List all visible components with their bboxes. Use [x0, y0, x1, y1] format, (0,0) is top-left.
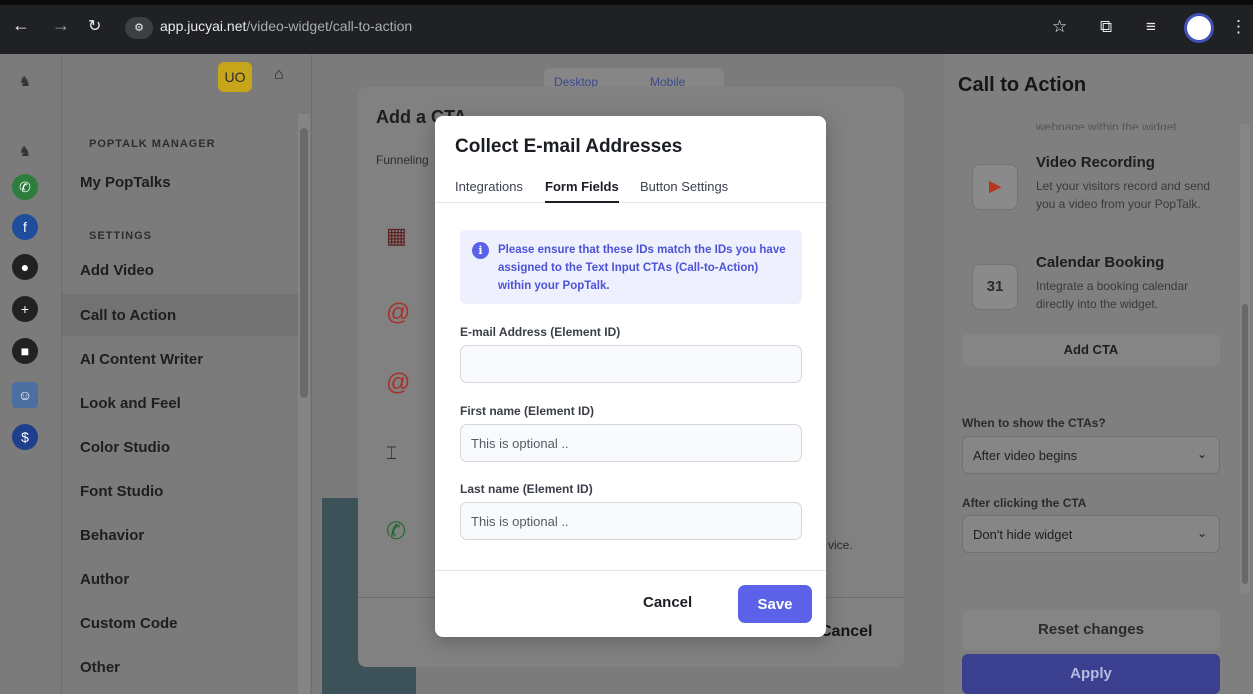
url-host: app.jucyai.net — [160, 18, 247, 34]
outer-cancel-button[interactable]: Cancel — [820, 623, 872, 641]
modal-footer-divider — [435, 570, 826, 571]
modal-title: Collect E-mail Addresses — [455, 136, 683, 157]
info-icon: i — [472, 242, 489, 259]
card-title-calendar-booking[interactable]: Calendar Booking — [1036, 254, 1164, 271]
tab-button-settings[interactable]: Button Settings — [640, 179, 728, 201]
whatsapp-icon[interactable]: ✆ — [12, 174, 38, 200]
sidebar-item-look-and-feel[interactable]: Look and Feel — [80, 395, 181, 412]
extensions-icon[interactable]: ⧉ — [1100, 17, 1112, 37]
browser-toolbar: ← → ↻ ⚙ app.jucyai.net/video-widget/call… — [0, 0, 1253, 54]
profile-avatar[interactable] — [1184, 13, 1214, 43]
after-click-select[interactable]: Don't hide widget ⌄ — [962, 515, 1220, 553]
sidebar-item-font-studio[interactable]: Font Studio — [80, 483, 163, 500]
after-click-value: Don't hide widget — [973, 527, 1073, 542]
plus-app-icon[interactable]: + — [12, 296, 38, 322]
email-field-label: E-mail Address (Element ID) — [460, 325, 621, 339]
cta-desc-fragment: vice. — [828, 538, 853, 552]
chevron-down-icon: ⌄ — [1196, 526, 1207, 540]
back-icon[interactable]: ← — [12, 15, 30, 36]
email-cta-icon[interactable]: @ — [386, 299, 410, 327]
phone-cta-icon[interactable]: ✆ — [386, 517, 406, 546]
url-path: /video-widget/call-to-action — [246, 18, 413, 34]
facebook-icon[interactable]: f — [12, 214, 38, 240]
settings-sidebar: UO ⌂ POPTALK MANAGER My PopTalks SETTING… — [62, 54, 312, 694]
sidebar-item-add-video[interactable]: Add Video — [80, 262, 154, 279]
modal-tabs: Integrations Form Fields Button Settings — [435, 176, 826, 203]
email-cta-icon-2[interactable]: @ — [386, 369, 410, 397]
tab-integrations[interactable]: Integrations — [455, 179, 523, 201]
reload-icon[interactable]: ↻ — [88, 16, 101, 36]
tab-form-fields[interactable]: Form Fields — [545, 179, 619, 203]
brand-logo-icon: ♞ — [18, 73, 32, 89]
save-button[interactable]: Save — [738, 585, 812, 623]
square-app-icon[interactable]: ■ — [12, 338, 38, 364]
sidebar-scrollbar[interactable] — [298, 114, 310, 694]
panel-scroll-thumb[interactable] — [1242, 304, 1248, 584]
first-name-field-label: First name (Element ID) — [460, 404, 595, 418]
user-badge[interactable]: UO — [218, 62, 252, 92]
mascot-app-icon[interactable]: ☺ — [12, 382, 38, 408]
sidebar-item-custom-code[interactable]: Custom Code — [80, 615, 178, 632]
panel-title: Call to Action — [958, 74, 1087, 96]
reset-changes-button[interactable]: Reset changes — [962, 610, 1220, 650]
after-click-label: After clicking the CTA — [962, 496, 1087, 510]
text-input-cta-icon[interactable]: ⌶ — [386, 443, 397, 464]
cta-settings-panel: Call to Action webpage within the widget… — [944, 54, 1253, 694]
icon-rail: ♞ ♞ ✆ f ● + ■ ☺ $ — [0, 54, 62, 694]
last-name-element-id-field[interactable] — [460, 502, 802, 540]
panel-scrollbar[interactable] — [1240, 124, 1250, 594]
apply-button[interactable]: Apply — [962, 654, 1220, 694]
video-recording-icon: ▶ — [972, 164, 1018, 210]
dollar-app-icon[interactable]: $ — [12, 424, 38, 450]
chevron-down-icon: ⌄ — [1196, 447, 1207, 461]
sidebar-item-other[interactable]: Other — [80, 659, 120, 676]
card-truncated-desc: webpage within the widget. — [1036, 120, 1181, 130]
sidebar-scroll-thumb[interactable] — [300, 128, 308, 398]
sidebar-item-ai-content-writer[interactable]: AI Content Writer — [80, 351, 203, 368]
add-cta-button[interactable]: Add CTA — [962, 334, 1220, 366]
info-notice: i Please ensure that these IDs match the… — [460, 230, 802, 304]
first-name-element-id-field[interactable] — [460, 424, 802, 462]
info-text: Please ensure that these IDs match the I… — [498, 244, 786, 292]
calendar-cta-icon[interactable]: ▦ — [386, 223, 407, 249]
reading-list-icon[interactable]: ≡ — [1146, 17, 1156, 37]
sidebar-item-color-studio[interactable]: Color Studio — [80, 439, 170, 456]
card-desc-calendar-booking: Integrate a booking calendar directly in… — [1036, 279, 1189, 311]
when-to-show-select[interactable]: After video begins ⌄ — [962, 436, 1220, 474]
address-bar[interactable]: app.jucyai.net/video-widget/call-to-acti… — [160, 18, 412, 34]
section-heading-manager: POPTALK MANAGER — [89, 138, 216, 150]
card-desc-video-recording: Let your visitors record and send you a … — [1036, 179, 1211, 211]
bookmark-star-icon[interactable]: ☆ — [1052, 17, 1067, 37]
sidebar-item-behavior[interactable]: Behavior — [80, 527, 144, 544]
cancel-button[interactable]: Cancel — [643, 594, 692, 611]
calendar-icon: 31 — [972, 264, 1018, 310]
section-heading-settings: SETTINGS — [89, 230, 153, 242]
last-name-field-label: Last name (Element ID) — [460, 482, 593, 496]
collect-email-modal: Collect E-mail Addresses Integrations Fo… — [435, 116, 826, 637]
browser-menu-icon[interactable]: ⋮ — [1230, 17, 1247, 37]
poptalk-logo-icon[interactable]: ♞ — [12, 138, 38, 164]
email-element-id-field[interactable] — [460, 345, 802, 383]
forward-icon[interactable]: → — [52, 15, 70, 36]
home-icon[interactable]: ⌂ — [274, 66, 284, 84]
when-to-show-label: When to show the CTAs? — [962, 416, 1106, 430]
tab-funneling[interactable]: Funneling — [376, 153, 429, 167]
site-settings-icon[interactable]: ⚙ — [125, 17, 153, 39]
sidebar-item-author[interactable]: Author — [80, 571, 129, 588]
user-app-icon[interactable]: ● — [12, 254, 38, 280]
card-title-video-recording[interactable]: Video Recording — [1036, 154, 1155, 171]
sidebar-item-call-to-action[interactable]: Call to Action — [80, 307, 176, 324]
sidebar-item-my-poptalks[interactable]: My PopTalks — [80, 174, 171, 191]
when-to-show-value: After video begins — [973, 448, 1078, 463]
